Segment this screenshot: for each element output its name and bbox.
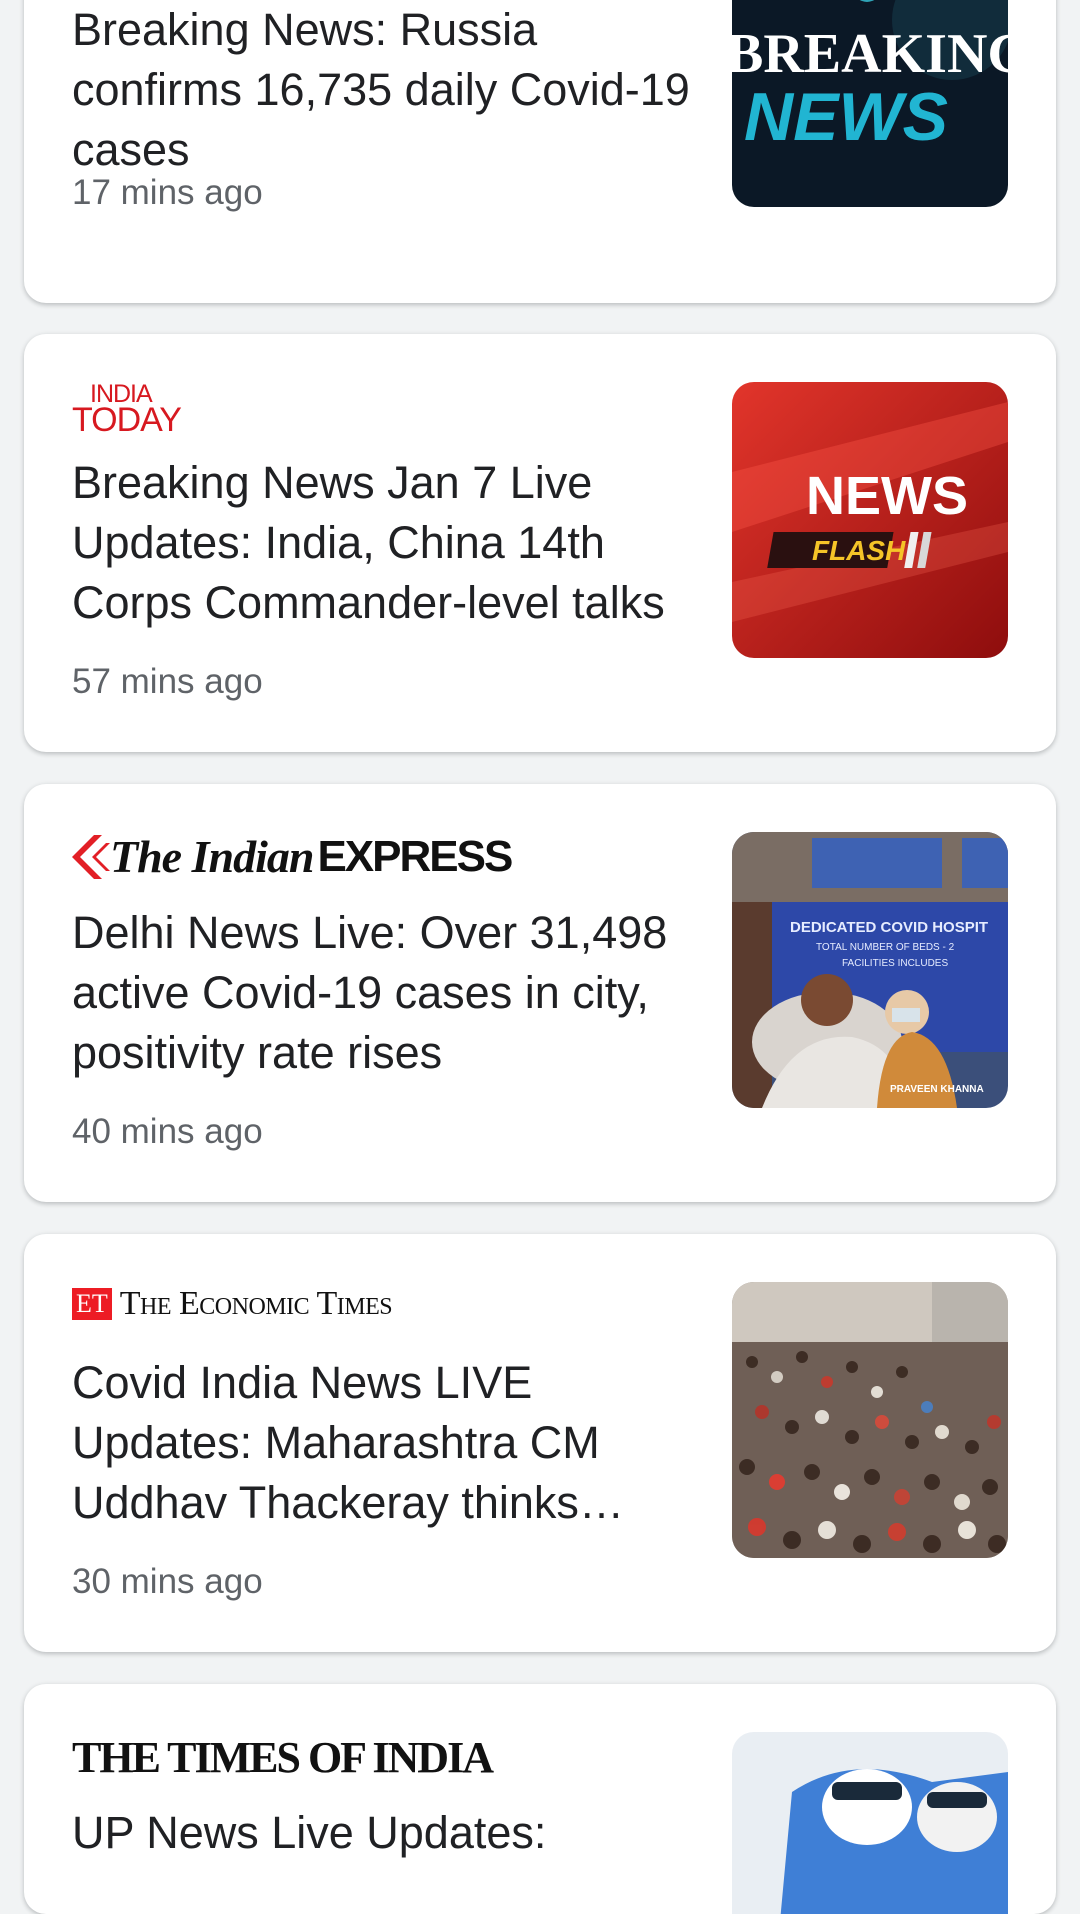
news-card[interactable]: ET The Economic Times Covid India News L…: [24, 1234, 1056, 1652]
article-time: 40 mins ago: [72, 1112, 263, 1151]
article-headline[interactable]: UP News Live Updates:: [72, 1803, 702, 1863]
article-headline[interactable]: Breaking News: Russia confirms 16,735 da…: [72, 0, 702, 180]
covid-hospital-photo: DEDICATED COVID HOSPIT TOTAL NUMBER OF B…: [732, 832, 1008, 1108]
source-logo-indian-express: The Indian EXPRESS: [72, 830, 513, 883]
crowd-photo: [732, 1282, 1008, 1558]
source-logo-economic-times: ET The Economic Times: [72, 1285, 393, 1323]
source-logo-badge: ET: [72, 1288, 112, 1320]
article-time: 57 mins ago: [72, 662, 263, 701]
indian-express-flag-icon: [72, 834, 110, 879]
thumb-text-breaking: BREAKING: [732, 23, 1008, 85]
article-thumbnail[interactable]: [732, 1282, 1008, 1558]
thumb-sign-line3: FACILITIES INCLUDES: [842, 958, 948, 969]
news-card[interactable]: THE TIMES OF INDIA UP News Live Updates:: [24, 1684, 1056, 1914]
thumb-sign-line2: TOTAL NUMBER OF BEDS - 2: [816, 942, 955, 953]
thumb-sign-line1: DEDICATED COVID HOSPIT: [790, 919, 988, 936]
news-card[interactable]: Breaking News: Russia confirms 16,735 da…: [24, 0, 1056, 303]
source-logo-line2: TODAY: [72, 401, 182, 439]
source-logo-name: The Economic Times: [119, 1285, 393, 1322]
thumb-text-news: NEWS: [744, 79, 948, 155]
news-card[interactable]: The Indian EXPRESS Delhi News Live: Over…: [24, 784, 1056, 1202]
article-thumbnail[interactable]: [732, 1732, 1008, 1914]
article-time: 17 mins ago: [72, 173, 263, 212]
article-thumbnail[interactable]: BREAKING NEWS: [732, 0, 1008, 207]
source-logo-india-today: INDIA TODAY: [72, 382, 182, 439]
health-workers-photo: [732, 1732, 1008, 1914]
news-card[interactable]: INDIA TODAY Breaking News Jan 7 Live Upd…: [24, 334, 1056, 752]
article-thumbnail[interactable]: DEDICATED COVID HOSPIT TOTAL NUMBER OF B…: [732, 832, 1008, 1108]
source-logo-times-of-india: THE TIMES OF INDIA: [72, 1733, 494, 1782]
news-flash-image: NEWS FLASH: [732, 382, 1008, 658]
source-logo-part2: EXPRESS: [317, 831, 513, 881]
breaking-news-image: BREAKING NEWS: [732, 0, 1008, 207]
article-headline[interactable]: Breaking News Jan 7 Live Updates: India,…: [72, 453, 702, 633]
thumb-text-flash: FLASH: [812, 535, 906, 566]
source-logo-part1: The Indian: [110, 831, 314, 882]
article-headline[interactable]: Covid India News LIVE Updates: Maharasht…: [72, 1353, 702, 1533]
thumb-text-news: NEWS: [806, 466, 968, 526]
thumb-photo-credit: PRAVEEN KHANNA: [890, 1084, 984, 1095]
article-headline[interactable]: Delhi News Live: Over 31,498 active Covi…: [72, 903, 702, 1083]
article-thumbnail[interactable]: NEWS FLASH: [732, 382, 1008, 658]
article-time: 30 mins ago: [72, 1562, 263, 1601]
